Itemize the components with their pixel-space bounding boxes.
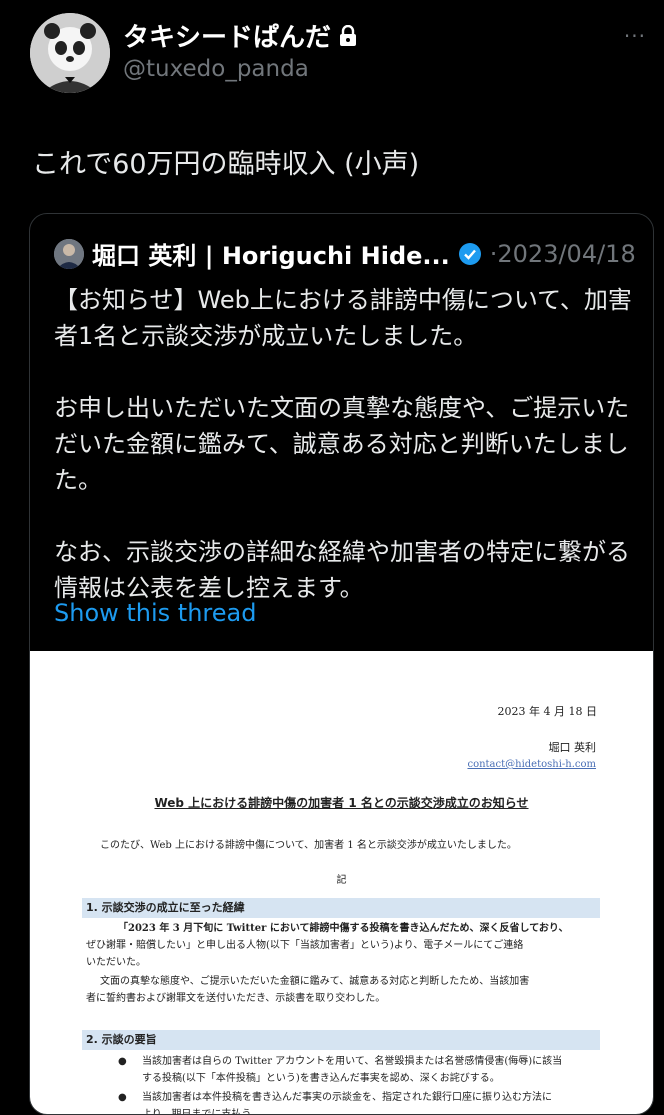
quoted-tweet[interactable]: 堀口 英利 | Horiguchi Hide... ·2023/04/18 【お…	[29, 213, 654, 1115]
list-item: ● 当該加害者は本件投稿を書き込んだ事実の示談金を、指定された銀行口座に振り込む…	[118, 1089, 598, 1106]
list-item: ● 当該加害者は自らの Twitter アカウントを用いて、名誉毀損または名誉感…	[118, 1053, 598, 1070]
section-text: いただいた。	[86, 957, 146, 968]
display-name[interactable]: タキシードぱんだ	[123, 17, 357, 54]
quoted-author-name[interactable]: 堀口 英利 | Horiguchi Hide...	[92, 236, 450, 271]
quoted-paragraph: お申し出いただいた文面の真摯な態度や、ご提示いただいた金額に鑑みて、誠意ある対応…	[54, 394, 630, 494]
more-options-icon[interactable]: ···	[624, 24, 646, 48]
section-text: 文面の真摯な態度や、ご提示いただいた金額に鑑みて、誠意ある対応と判断したため、当…	[100, 976, 530, 987]
handle[interactable]: @tuxedo_panda	[123, 56, 309, 82]
quoted-tweet-header: 堀口 英利 | Horiguchi Hide... ·2023/04/18	[54, 236, 636, 271]
quoted-tweet-body: 【お知らせ】Web上における誹謗中傷について、加害者1名と示談交渉が成立いたしま…	[54, 282, 639, 642]
section-text: する投稿(以下「本件投稿」という)を書き込んだ事実を認め、深くお詫びする。	[142, 1073, 500, 1084]
document-author: 堀口 英利	[548, 741, 597, 754]
section-text: 「2023 年 3 月下旬に Twitter において誹謗中傷する投稿を書き込ん…	[118, 923, 569, 934]
section-text: より、期日までに支払う。	[142, 1109, 261, 1115]
verified-badge-icon	[458, 242, 481, 265]
quoted-paragraph: 【お知らせ】Web上における誹謗中傷について、加害者1名と示談交渉が成立いたしま…	[54, 286, 632, 350]
section-text: 者に誓約書および謝罪文を送付いただき、示談書を取り交わした。	[86, 993, 386, 1004]
section-heading: 2. 示談の要旨	[82, 1030, 600, 1050]
quoted-avatar[interactable]	[54, 238, 84, 269]
person-avatar-icon	[54, 238, 84, 269]
bullet-text: 当該加害者は本件投稿を書き込んだ事実の示談金を、指定された銀行口座に振り込む方法…	[142, 1092, 552, 1103]
attached-document-image[interactable]: 2023 年 4 月 18 日 堀口 英利 contact@hidetoshi-…	[30, 651, 653, 1115]
bullet-icon: ●	[118, 1056, 127, 1067]
panda-avatar-icon	[30, 13, 110, 93]
quoted-paragraph: なお、示談交渉の詳細な経緯や加害者の特定に繋がる情報は公表を差し控えます。	[54, 538, 630, 602]
bullet-icon: ●	[118, 1092, 127, 1103]
avatar[interactable]	[30, 13, 110, 93]
document-intro: このたび、Web 上における誹謗中傷について、加害者 1 名と示談交渉が成立いた…	[100, 840, 517, 851]
bullet-text: 当該加害者は自らの Twitter アカウントを用いて、名誉毀損または名誉感情侵…	[142, 1056, 563, 1067]
document-ki: 記	[336, 875, 347, 886]
quoted-date[interactable]: ·2023/04/18	[490, 240, 636, 268]
section-heading: 1. 示談交渉の成立に至った経緯	[82, 898, 600, 918]
tweet-text: これで60万円の臨時収入 (小声)	[32, 149, 420, 180]
document-title: Web 上における誹謗中傷の加害者 1 名との示談交渉成立のお知らせ	[154, 796, 529, 810]
show-thread-link[interactable]: Show this thread	[54, 599, 256, 627]
section-text: ぜひ謝罪・賠償したい」と申し出る人物(以下「当該加害者」という)より、電子メール…	[86, 940, 524, 951]
lock-icon	[340, 24, 357, 46]
document-date: 2023 年 4 月 18 日	[497, 705, 597, 718]
display-name-text: タキシードぱんだ	[123, 23, 332, 53]
tweet-header: タキシードぱんだ @tuxedo_panda ···	[0, 0, 664, 110]
document-email: contact@hidetoshi-h.com	[467, 759, 596, 770]
